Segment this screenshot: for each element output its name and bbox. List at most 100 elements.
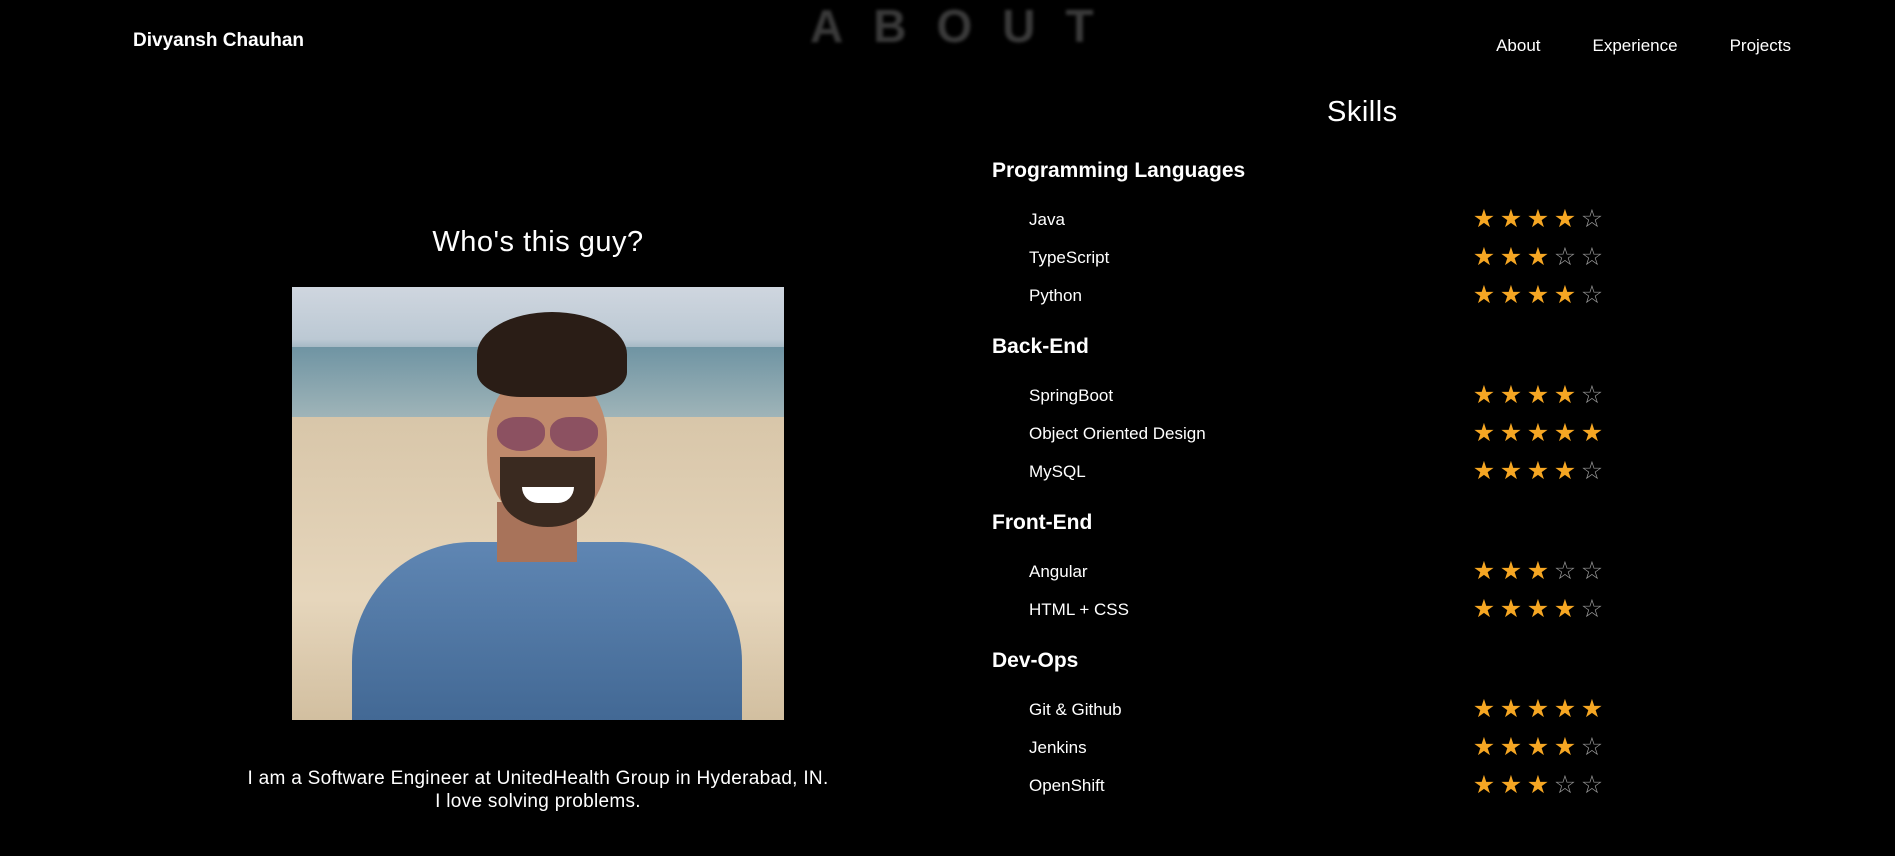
star-filled-icon: ★ [1472,419,1496,447]
star-filled-icon: ★ [1526,281,1550,309]
star-filled-icon: ★ [1472,595,1496,623]
star-empty-icon: ☆ [1580,243,1604,271]
nav-link-experience[interactable]: Experience [1593,36,1678,56]
star-filled-icon: ★ [1499,595,1523,623]
skill-group-title: Front-End [992,511,1093,534]
skill-group: Dev-Ops Git & Github ★ ★ ★ ★ ★ Jenkins ★ ★ ★ ★ ☆ Open… [992,644,1612,820]
star-empty-icon: ☆ [1580,771,1604,799]
skill-name: Jenkins [1029,738,1087,757]
star-filled-icon: ★ [1526,457,1550,485]
skill-row: Git & Github ★ ★ ★ ★ ★ [992,694,1612,732]
nav-link-about[interactable]: About [1496,36,1540,56]
star-filled-icon: ★ [1472,381,1496,409]
star-filled-icon: ★ [1499,243,1523,271]
star-empty-icon: ☆ [1580,281,1604,309]
star-filled-icon: ★ [1499,457,1523,485]
skill-row: OpenShift ★ ★ ★ ☆ ☆ [992,770,1612,808]
star-filled-icon: ★ [1526,205,1550,233]
star-filled-icon: ★ [1472,733,1496,761]
skill-row: MySQL ★ ★ ★ ★ ☆ [992,456,1612,494]
skill-rating: ★ ★ ★ ☆ ☆ [1472,556,1604,586]
skill-row: HTML + CSS ★ ★ ★ ★ ☆ [992,594,1612,632]
star-empty-icon: ☆ [1580,205,1604,233]
section-heading: ABOUT [810,0,1124,52]
skill-rating: ★ ★ ★ ★ ★ [1472,694,1604,724]
skill-rating: ★ ★ ★ ★ ☆ [1472,204,1604,234]
star-filled-icon: ★ [1526,381,1550,409]
skill-name: SpringBoot [1029,386,1114,405]
skill-row: Python ★ ★ ★ ★ ☆ [992,280,1612,318]
star-filled-icon: ★ [1526,733,1550,761]
star-empty-icon: ☆ [1553,557,1577,585]
star-filled-icon: ★ [1499,205,1523,233]
skill-row: Angular ★ ★ ★ ☆ ☆ [992,556,1612,594]
skill-group: Back-End SpringBoot ★ ★ ★ ★ ☆ Object Oriented D… [992,330,1612,506]
star-filled-icon: ★ [1553,281,1577,309]
star-empty-icon: ☆ [1580,557,1604,585]
star-filled-icon: ★ [1472,771,1496,799]
star-empty-icon: ☆ [1553,243,1577,271]
brand-name[interactable]: Divyansh Chauhan [133,30,304,52]
nav-link-projects[interactable]: Projects [1730,36,1791,56]
star-filled-icon: ★ [1553,695,1577,723]
skill-name: MySQL [1029,462,1086,481]
star-filled-icon: ★ [1526,695,1550,723]
skill-name: Angular [1029,562,1088,581]
skills-list: Programming Languages Java ★ ★ ★ ★ ☆ TypeScript… [992,154,1612,820]
star-filled-icon: ★ [1472,205,1496,233]
photo-smile [522,487,574,503]
skill-group-title: Dev-Ops [992,649,1079,672]
photo-sunglasses-left [497,417,545,451]
star-filled-icon: ★ [1553,419,1577,447]
skill-name: Git & Github [1029,700,1122,719]
skill-row: Java ★ ★ ★ ★ ☆ [992,204,1612,242]
skill-name: HTML + CSS [1029,600,1129,619]
star-empty-icon: ☆ [1580,381,1604,409]
photo-sunglasses-right [550,417,598,451]
skill-name: Java [1029,210,1065,229]
star-filled-icon: ★ [1472,695,1496,723]
photo-hair [477,312,627,397]
star-filled-icon: ★ [1526,243,1550,271]
skill-name: TypeScript [1029,248,1110,267]
star-filled-icon: ★ [1472,557,1496,585]
star-filled-icon: ★ [1553,205,1577,233]
skill-rating: ★ ★ ★ ★ ☆ [1472,380,1604,410]
star-filled-icon: ★ [1553,733,1577,761]
bio-line-2: I love solving problems. [435,791,641,812]
star-filled-icon: ★ [1499,557,1523,585]
star-filled-icon: ★ [1499,733,1523,761]
star-filled-icon: ★ [1499,419,1523,447]
bio-line-1: I am a Software Engineer at UnitedHealth… [247,768,829,789]
about-heading: Who's this guy? [432,226,644,258]
skill-rating: ★ ★ ★ ★ ☆ [1472,594,1604,624]
star-filled-icon: ★ [1526,557,1550,585]
skill-row: Object Oriented Design ★ ★ ★ ★ ★ [992,418,1612,456]
star-filled-icon: ★ [1580,419,1604,447]
star-empty-icon: ☆ [1580,733,1604,761]
skill-name: Python [1029,286,1082,305]
skill-name: Object Oriented Design [1029,424,1206,443]
skill-row: TypeScript ★ ★ ★ ☆ ☆ [992,242,1612,280]
star-filled-icon: ★ [1472,281,1496,309]
star-filled-icon: ★ [1553,457,1577,485]
star-filled-icon: ★ [1553,381,1577,409]
star-filled-icon: ★ [1499,771,1523,799]
star-filled-icon: ★ [1499,381,1523,409]
skill-group-title: Back-End [992,335,1089,358]
star-filled-icon: ★ [1472,457,1496,485]
skill-group: Front-End Angular ★ ★ ★ ☆ ☆ HTML + CSS ★ ★ ★ ★ ☆ [992,506,1612,644]
skill-row: SpringBoot ★ ★ ★ ★ ☆ [992,380,1612,418]
skill-rating: ★ ★ ★ ★ ★ [1472,418,1604,448]
star-filled-icon: ★ [1526,595,1550,623]
profile-photo [292,287,784,720]
skill-group-title: Programming Languages [992,159,1246,182]
star-filled-icon: ★ [1580,695,1604,723]
skill-rating: ★ ★ ★ ☆ ☆ [1472,770,1604,800]
star-filled-icon: ★ [1499,695,1523,723]
skill-rating: ★ ★ ★ ☆ ☆ [1472,242,1604,272]
